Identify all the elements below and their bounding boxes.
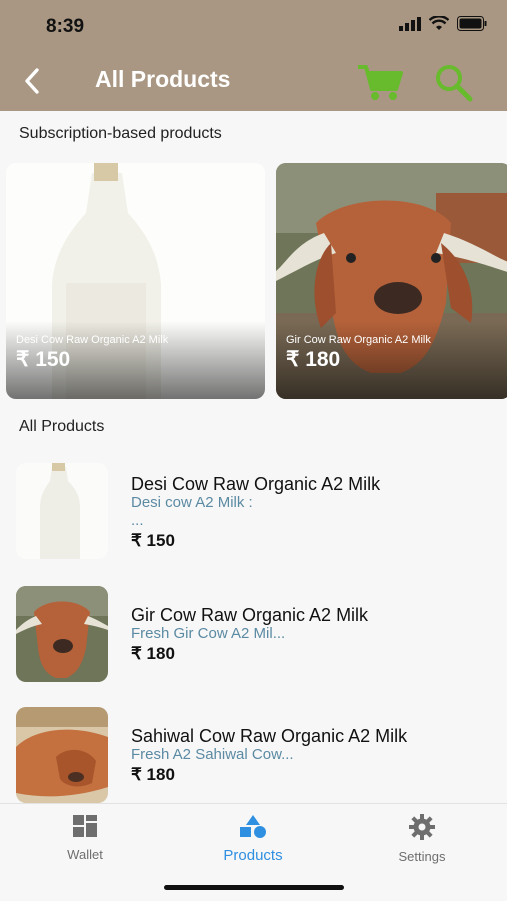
product-description: Desi cow A2 Milk : [131,494,253,511]
products-icon [240,815,266,838]
tab-label: Settings [398,849,446,864]
signal-icon [399,16,421,31]
home-indicator [164,885,344,890]
status-icons [399,16,487,31]
product-description: Fresh Gir Cow A2 Mil... [131,625,286,642]
battery-icon [457,16,487,31]
product-price: ₹ 150 [131,531,175,550]
all-products-section-label: All Products [19,418,105,435]
tab-label: Products [223,847,283,864]
status-time: 8:39 [46,16,85,37]
product-description: Fresh A2 Sahiwal Cow... [131,746,294,763]
product-price: ₹ 180 [131,644,175,663]
tab-label: Wallet [67,847,103,862]
wallet-icon [73,815,97,837]
search-icon[interactable] [432,62,476,102]
list-item-sahiwal[interactable]: Sahiwal Cow Raw Organic A2 Milk Fresh A2… [0,707,507,807]
subscription-section-label: Subscription-based products [19,125,222,142]
product-name: Sahiwal Cow Raw Organic A2 Milk [131,726,408,746]
gear-icon [409,814,435,840]
cart-icon[interactable] [356,62,404,102]
wifi-icon [429,16,449,30]
product-name: Gir Cow Raw Organic A2 Milk [131,605,369,625]
card-product-price: ₹ 150 [16,348,71,371]
page-title: All Products [95,66,231,92]
subscription-card-desi[interactable]: Desi Cow Raw Organic A2 Milk ₹ 150 [6,163,265,399]
product-thumbnail [16,586,108,682]
back-arrow-icon[interactable] [18,64,48,98]
tab-wallet[interactable]: Wallet [25,814,145,862]
product-description-ellipsis: ... [131,512,144,529]
card-product-price: ₹ 180 [286,348,341,371]
card-product-name: Desi Cow Raw Organic A2 Milk [16,334,169,346]
card-product-name: Gir Cow Raw Organic A2 Milk [286,334,431,346]
product-thumbnail [16,463,108,559]
subscription-card-gir[interactable]: Gir Cow Raw Organic A2 Milk ₹ 180 [276,163,507,399]
list-item-gir[interactable]: Gir Cow Raw Organic A2 Milk Fresh Gir Co… [0,586,507,686]
list-item-desi[interactable]: Desi Cow Raw Organic A2 Milk Desi cow A2… [0,463,507,563]
tab-products[interactable]: Products [193,814,313,864]
app-header: 8:39 All Products [0,0,507,111]
product-name: Desi Cow Raw Organic A2 Milk [131,474,381,494]
product-price: ₹ 180 [131,765,175,784]
product-thumbnail [16,707,108,803]
tab-settings[interactable]: Settings [362,814,482,864]
